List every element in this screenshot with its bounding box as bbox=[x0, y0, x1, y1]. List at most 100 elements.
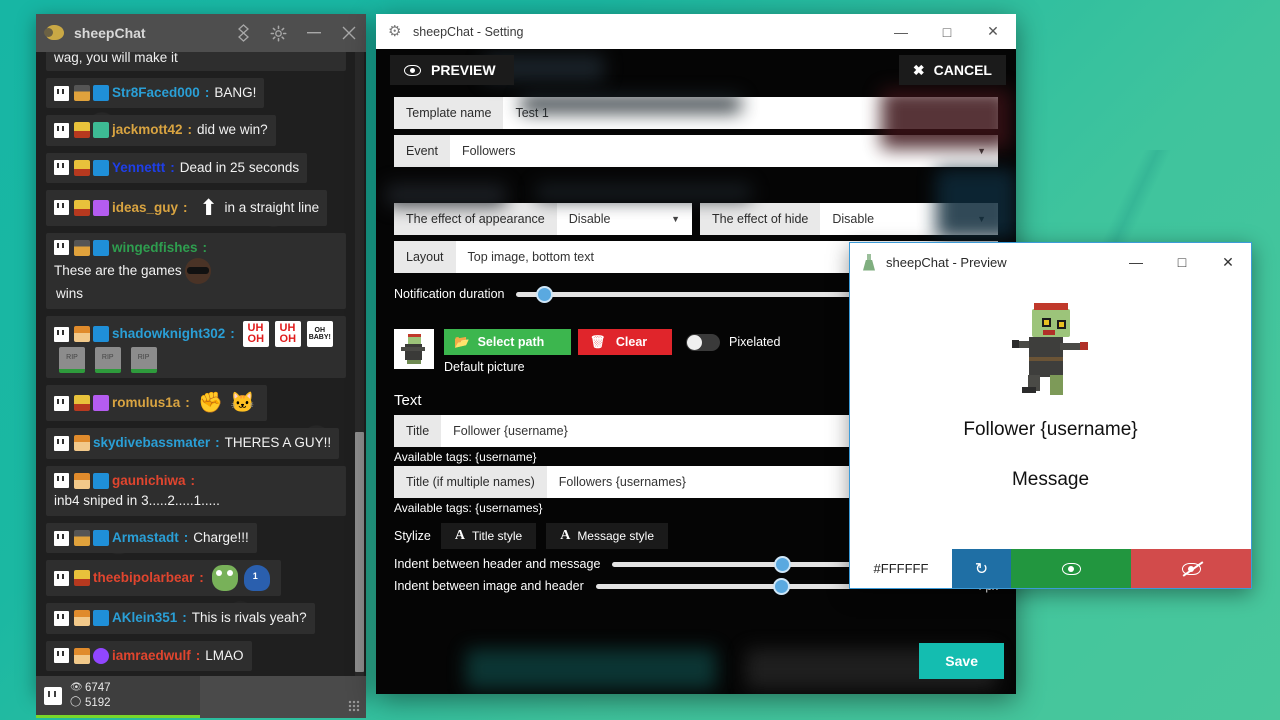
pixelated-toggle-group[interactable]: Pixelated bbox=[686, 333, 780, 351]
emote-uh-oh: UH OH bbox=[274, 321, 301, 348]
chat-message-list[interactable]: wag, you will make it Str8Faced000: BANG… bbox=[36, 52, 366, 676]
close-icon[interactable] bbox=[331, 14, 366, 52]
twitch-icon bbox=[54, 530, 69, 546]
chat-username[interactable]: wingedfishes bbox=[112, 238, 198, 258]
effects-row: The effect of appearance Disable ▼ The e… bbox=[394, 203, 998, 235]
indent-image-header-label: Indent between image and header bbox=[394, 579, 584, 593]
badge-subscriber bbox=[74, 435, 90, 452]
blurred-background-shape bbox=[386, 184, 506, 206]
chat-emote-row: RIP RIP RIP bbox=[54, 347, 338, 374]
emote-arrow-up: ⬆ bbox=[199, 194, 218, 220]
chat-username[interactable]: jackmott42 bbox=[112, 120, 183, 140]
folder-open-icon: 📂 bbox=[454, 334, 470, 349]
chat-username[interactable]: shadowknight302 bbox=[112, 324, 225, 344]
clear-button[interactable]: 🗑 Clear bbox=[578, 329, 672, 355]
select-path-button[interactable]: 📂 Select path bbox=[444, 329, 571, 355]
close-button[interactable]: ✕ bbox=[1205, 243, 1251, 281]
slider-knob[interactable] bbox=[774, 555, 792, 573]
chat-window-title: sheepChat bbox=[74, 25, 146, 41]
message-style-button[interactable]: A Message style bbox=[546, 523, 669, 549]
color-value-field[interactable]: #FFFFFF bbox=[850, 549, 952, 588]
twitch-icon bbox=[54, 395, 69, 411]
chat-message: jackmott42: did we win? bbox=[46, 115, 276, 146]
preview-button[interactable]: PREVIEW bbox=[390, 55, 514, 85]
preview-button-label: PREVIEW bbox=[431, 62, 496, 78]
emote-fist: ✊ bbox=[198, 392, 224, 415]
chat-username[interactable]: AKlein351 bbox=[112, 608, 177, 628]
maximize-button[interactable]: □ bbox=[1159, 243, 1205, 281]
refresh-button[interactable]: ↻ bbox=[952, 549, 1011, 588]
chat-username[interactable]: romulus1a bbox=[112, 393, 180, 413]
twitch-icon bbox=[54, 610, 69, 626]
badge-subscriber bbox=[93, 530, 109, 547]
chat-username[interactable]: skydivebassmater bbox=[93, 433, 210, 453]
twitch-icon bbox=[54, 435, 69, 451]
hide-button[interactable] bbox=[1131, 549, 1251, 588]
resize-grip[interactable] bbox=[348, 700, 360, 712]
chat-scrollbar-thumb[interactable] bbox=[355, 432, 364, 672]
chat-username[interactable]: gaunichiwa bbox=[112, 471, 186, 491]
cancel-button[interactable]: ✖ CANCEL bbox=[898, 55, 1006, 85]
badge-subscriber bbox=[93, 326, 109, 343]
eye-icon: 👁 bbox=[70, 682, 83, 694]
badge-crown bbox=[74, 159, 90, 176]
gear-icon: ⚙ bbox=[388, 22, 402, 40]
message-style-label: Message style bbox=[577, 529, 655, 543]
chat-username[interactable]: ideas_guy bbox=[112, 198, 178, 218]
chat-text: This is rivals yeah? bbox=[191, 610, 307, 626]
badge-subscriber bbox=[93, 239, 109, 256]
badge-subscriber bbox=[74, 326, 90, 343]
badge-verified bbox=[93, 647, 109, 664]
indent-header-message-label: Indent between header and message bbox=[394, 557, 601, 571]
partial-message: wag, you will make it bbox=[46, 52, 346, 71]
chevron-down-icon: ▼ bbox=[671, 214, 680, 224]
badge-crown bbox=[74, 395, 90, 412]
chat-text-continuation: wins bbox=[56, 286, 84, 301]
chat-username[interactable]: Str8Faced000 bbox=[112, 83, 200, 103]
badge-moderator bbox=[74, 530, 90, 547]
font-a-icon: A bbox=[560, 528, 571, 543]
event-label: Event bbox=[394, 135, 450, 167]
badge-snowflake bbox=[93, 159, 109, 176]
settings-titlebar: ⚙ sheepChat - Setting — □ ✕ bbox=[376, 14, 1016, 49]
chat-message: Armastadt: Charge!!! bbox=[46, 523, 257, 554]
chat-text: LMAO bbox=[205, 647, 244, 663]
badge-subscriber bbox=[74, 472, 90, 489]
cancel-button-label: CANCEL bbox=[933, 62, 992, 78]
eye-slash-icon bbox=[1181, 560, 1203, 577]
chat-message: Str8Faced000: BANG! bbox=[46, 78, 265, 109]
effect-appearance-select[interactable]: Disable ▼ bbox=[556, 203, 692, 235]
slider-knob[interactable] bbox=[772, 577, 790, 595]
clear-label: Clear bbox=[615, 335, 648, 349]
minimize-button[interactable]: — bbox=[878, 14, 924, 49]
slider-knob[interactable] bbox=[535, 285, 553, 303]
default-picture-label: Default picture bbox=[444, 360, 525, 374]
chat-username[interactable]: Yennettt bbox=[112, 158, 165, 178]
save-button[interactable]: Save bbox=[919, 643, 1004, 679]
chat-text: THERES A GUY!! bbox=[224, 435, 332, 451]
minimize-icon[interactable] bbox=[296, 14, 331, 52]
chat-username[interactable]: theebipolarbear bbox=[93, 568, 194, 588]
chat-window: sheepChat wag, you will make it Str8Face… bbox=[36, 14, 366, 718]
show-button[interactable] bbox=[1011, 549, 1131, 588]
preview-message-text: Message bbox=[1011, 469, 1090, 490]
blurred-background-shape bbox=[536, 184, 751, 200]
image-thumbnail[interactable] bbox=[394, 329, 434, 369]
collapse-icon[interactable] bbox=[226, 14, 261, 52]
chat-username[interactable]: Armastadt bbox=[112, 528, 179, 548]
pixelated-toggle[interactable] bbox=[686, 333, 720, 351]
gear-icon[interactable] bbox=[261, 14, 296, 52]
badge-crown bbox=[74, 122, 90, 139]
maximize-button[interactable]: □ bbox=[924, 14, 970, 49]
badge-subscriber bbox=[93, 122, 109, 139]
close-button[interactable]: ✕ bbox=[970, 14, 1016, 49]
chat-username[interactable]: iamraedwulf bbox=[112, 646, 191, 666]
badge-subscriber bbox=[74, 610, 90, 627]
blurred-background-shape bbox=[466, 649, 716, 689]
badge-subscriber bbox=[93, 199, 109, 216]
title-style-label: Title style bbox=[471, 529, 523, 543]
title-style-button[interactable]: A Title style bbox=[440, 523, 537, 549]
emote-cat: 🐱 bbox=[230, 392, 256, 415]
minimize-button[interactable]: — bbox=[1113, 243, 1159, 281]
effect-appearance-group: The effect of appearance Disable ▼ bbox=[394, 203, 692, 235]
